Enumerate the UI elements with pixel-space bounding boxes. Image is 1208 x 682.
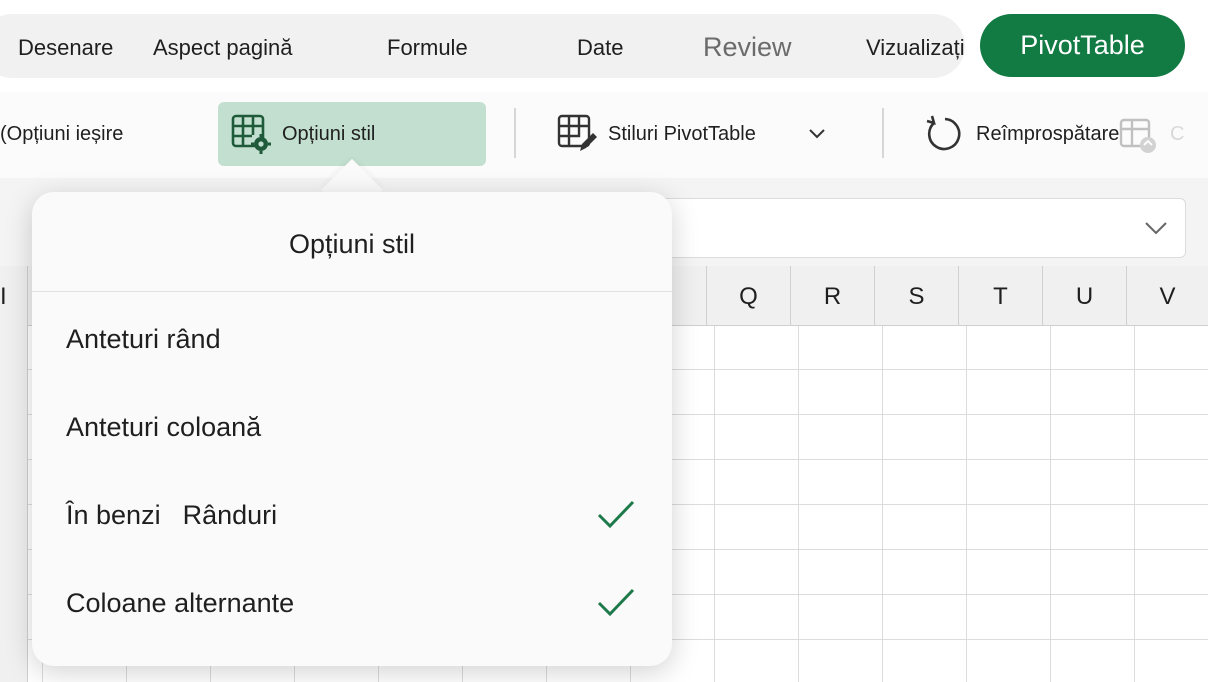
chevron-down-icon[interactable]	[1141, 213, 1171, 243]
tab-draw[interactable]: Desenare	[18, 14, 113, 78]
ribbon-divider	[514, 108, 516, 158]
option-banded-columns[interactable]: Coloane alternante	[32, 559, 672, 647]
refresh-label: Reîmprospătare	[976, 122, 1120, 145]
option-label: Coloane alternante	[66, 587, 295, 618]
option-column-headers[interactable]: Anteturi coloană	[32, 383, 672, 471]
table-pen-icon	[557, 114, 597, 151]
option-row-headers[interactable]: Anteturi rând	[32, 295, 672, 383]
tab-pivottable[interactable]: PivotTable	[980, 14, 1185, 77]
tab-review[interactable]: Review	[703, 14, 792, 78]
tab-data[interactable]: Date	[577, 14, 623, 78]
ribbon-toolbar: (Opțiuni ieșire Opțiuni stil Stiluri Piv…	[0, 92, 1208, 178]
style-options-popover: Opțiuni stil Anteturi rând Anteturi colo…	[32, 192, 672, 666]
ribbon-tab-bar: Desenare Aspect pagină Formule Date Revi…	[0, 0, 1208, 92]
option-label-secondary: Rânduri	[182, 499, 278, 530]
option-banded-rows[interactable]: În benzi Rânduri	[32, 471, 672, 559]
refresh-icon	[926, 115, 961, 151]
column-header-v[interactable]: V	[1126, 266, 1208, 326]
change-source-button[interactable]: C	[1118, 102, 1184, 166]
pivot-styles-label: Stiluri PivotTable	[608, 122, 756, 145]
tab-formulas[interactable]: Formule	[387, 14, 468, 78]
popover-title: Opțiuni stil	[32, 192, 672, 292]
table-upload-icon	[1119, 118, 1156, 153]
ribbon-divider	[882, 108, 884, 158]
style-options-label: Opțiuni stil	[282, 122, 376, 145]
tab-view[interactable]: Vizualizați	[866, 14, 965, 78]
column-header-s[interactable]: S	[874, 266, 958, 326]
chevron-down-icon[interactable]	[806, 123, 828, 145]
output-options-button[interactable]: (Opțiuni ieșire	[0, 102, 123, 166]
tab-page-layout[interactable]: Aspect pagină	[153, 14, 292, 78]
option-label: În benzi	[66, 499, 161, 530]
output-options-label: (Opțiuni ieșire	[0, 122, 124, 145]
column-header-r[interactable]: R	[790, 266, 874, 326]
column-header-t[interactable]: T	[958, 266, 1042, 326]
option-label: Anteturi rând	[66, 323, 221, 354]
checkmark-icon	[597, 500, 635, 529]
option-label: Anteturi coloană	[66, 411, 262, 442]
pivot-styles-button[interactable]: Stiluri PivotTable	[556, 102, 828, 166]
tab-bar-background	[0, 14, 965, 78]
checkmark-icon	[597, 588, 635, 617]
column-header-partial: I	[0, 283, 7, 310]
table-settings-icon	[231, 114, 271, 154]
column-header-u[interactable]: U	[1042, 266, 1126, 326]
change-source-label: C	[1170, 122, 1185, 145]
row-header-strip: I	[0, 266, 28, 682]
style-options-button[interactable]: Opțiuni stil	[218, 102, 486, 166]
refresh-button[interactable]: Reîmprospătare	[924, 102, 1119, 166]
formula-bar[interactable]	[660, 198, 1186, 258]
column-header-q[interactable]: Q	[706, 266, 790, 326]
